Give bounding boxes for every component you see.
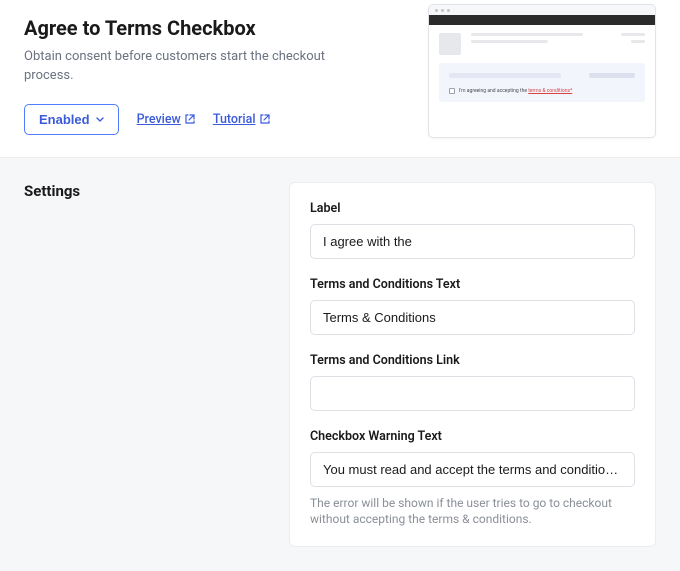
field-terms-text-group: Terms and Conditions Text [310, 277, 635, 335]
settings-side: Settings [24, 182, 269, 548]
terms-text-input[interactable] [310, 300, 635, 335]
terms-text-label: Terms and Conditions Text [310, 277, 635, 292]
actions-row: Enabled Preview Tutorial [24, 104, 364, 135]
warning-help-text: The error will be shown if the user trie… [310, 495, 635, 529]
window-dots [429, 5, 655, 15]
warning-input[interactable] [310, 452, 635, 487]
settings-section: Settings Label Terms and Conditions Text… [0, 158, 680, 571]
field-terms-link-group: Terms and Conditions Link [310, 353, 635, 411]
thumb-body: I'm agreeing and accepting the terms & c… [429, 25, 655, 110]
field-label-group: Label [310, 201, 635, 259]
label-input[interactable] [310, 224, 635, 259]
thumb-checkbox-text: I'm agreeing and accepting the terms & c… [459, 88, 572, 94]
caret-down-icon [96, 117, 104, 122]
thumb-topbar [429, 15, 655, 25]
terms-link-input[interactable] [310, 376, 635, 411]
settings-heading: Settings [24, 182, 269, 200]
tutorial-link[interactable]: Tutorial [213, 112, 270, 127]
external-link-icon [260, 114, 270, 124]
warning-label: Checkbox Warning Text [310, 429, 635, 444]
terms-link-label: Terms and Conditions Link [310, 353, 635, 368]
thumb-checkbox-icon [449, 88, 455, 94]
field-warning-group: Checkbox Warning Text The error will be … [310, 429, 635, 529]
page-subtitle: Obtain consent before customers start th… [24, 48, 364, 86]
preview-link-label: Preview [137, 112, 181, 127]
page-title: Agree to Terms Checkbox [24, 16, 364, 40]
field-label-label: Label [310, 201, 635, 216]
settings-card: Label Terms and Conditions Text Terms an… [289, 182, 656, 548]
preview-thumbnail: I'm agreeing and accepting the terms & c… [428, 4, 656, 138]
header-left: Agree to Terms Checkbox Obtain consent b… [24, 16, 364, 135]
enabled-toggle-label: Enabled [39, 112, 90, 127]
enabled-toggle-button[interactable]: Enabled [24, 104, 119, 135]
header-card: Agree to Terms Checkbox Obtain consent b… [0, 0, 680, 158]
tutorial-link-label: Tutorial [213, 112, 256, 127]
external-link-icon [185, 114, 195, 124]
preview-link[interactable]: Preview [137, 112, 195, 127]
